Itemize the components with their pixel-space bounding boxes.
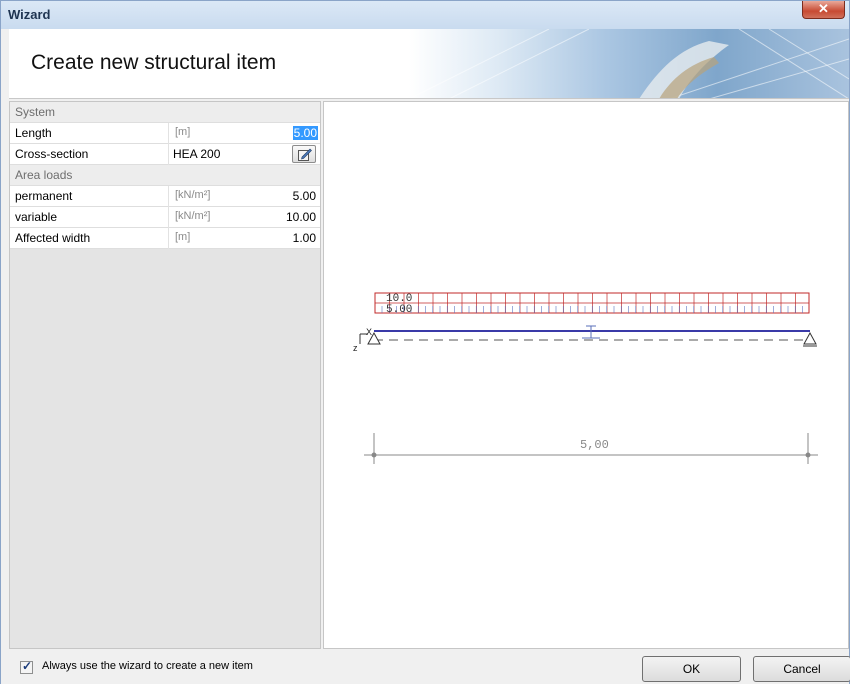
group-area-loads[interactable]: Area loads: [10, 165, 320, 186]
beam-member[interactable]: [374, 330, 810, 341]
length-input[interactable]: 5.00: [292, 126, 318, 140]
preview-canvas[interactable]: 10.0 5.00 X z 5,00: [323, 101, 849, 649]
permanent-load-input[interactable]: 5.00: [293, 189, 316, 203]
row-cross-section[interactable]: Cross-section HEA 200: [10, 144, 320, 165]
load-label-permanent: 5.00: [386, 304, 412, 316]
property-name: Cross-section: [15, 147, 89, 161]
check-icon: ✓: [22, 659, 33, 673]
property-unit: [kN/m²]: [175, 210, 211, 222]
close-icon: ✕: [818, 1, 829, 16]
always-use-wizard-label[interactable]: Always use the wizard to create a new it…: [42, 660, 253, 672]
property-name: permanent: [15, 189, 73, 203]
property-unit: [m]: [175, 231, 191, 243]
area-load-graphic: [374, 292, 810, 314]
row-length[interactable]: Length [m] 5.00: [10, 123, 320, 144]
property-name: Affected width: [15, 231, 91, 245]
wizard-header: Create new structural item: [9, 29, 849, 99]
property-unit: [m]: [175, 126, 191, 138]
property-name: Length: [15, 126, 52, 140]
dialog-footer: ✓ Always use the wizard to create a new …: [1, 649, 850, 684]
properties-panel: System Length [m] 5.00 Cross-section HEA…: [9, 101, 321, 649]
axis-x-label: X: [366, 327, 372, 337]
row-permanent[interactable]: permanent [kN/m²] 5.00: [10, 186, 320, 207]
banner-graphic: [409, 29, 849, 98]
header-banner-image: [409, 29, 849, 98]
cross-section-value[interactable]: HEA 200: [173, 147, 220, 161]
property-unit: [kN/m²]: [175, 189, 211, 201]
group-label: Area loads: [15, 168, 73, 182]
always-use-wizard-checkbox[interactable]: ✓: [20, 659, 33, 674]
support-right-icon: [803, 331, 817, 347]
dimension-label: 5,00: [580, 438, 609, 452]
group-label: System: [15, 105, 56, 119]
wizard-window: Wizard ✕ Create new structural item Syst…: [0, 0, 850, 684]
cancel-button[interactable]: Cancel: [753, 656, 850, 682]
window-title: Wizard: [8, 7, 51, 22]
title-bar: Wizard ✕: [1, 1, 849, 29]
axis-z-label: z: [353, 343, 358, 353]
close-button[interactable]: ✕: [802, 1, 845, 19]
page-title: Create new structural item: [31, 51, 277, 74]
ok-button[interactable]: OK: [642, 656, 741, 682]
affected-width-input[interactable]: 1.00: [293, 231, 316, 245]
row-variable[interactable]: variable [kN/m²] 10.00: [10, 207, 320, 228]
beam-drawing: 10.0 5.00 X z 5,00: [353, 292, 818, 464]
property-name: variable: [15, 210, 58, 224]
edit-icon: [298, 148, 312, 161]
edit-cross-section-button[interactable]: [292, 145, 316, 163]
group-system[interactable]: System: [10, 102, 320, 123]
variable-load-input[interactable]: 10.00: [286, 210, 316, 224]
row-affected-width[interactable]: Affected width [m] 1.00: [10, 228, 320, 249]
